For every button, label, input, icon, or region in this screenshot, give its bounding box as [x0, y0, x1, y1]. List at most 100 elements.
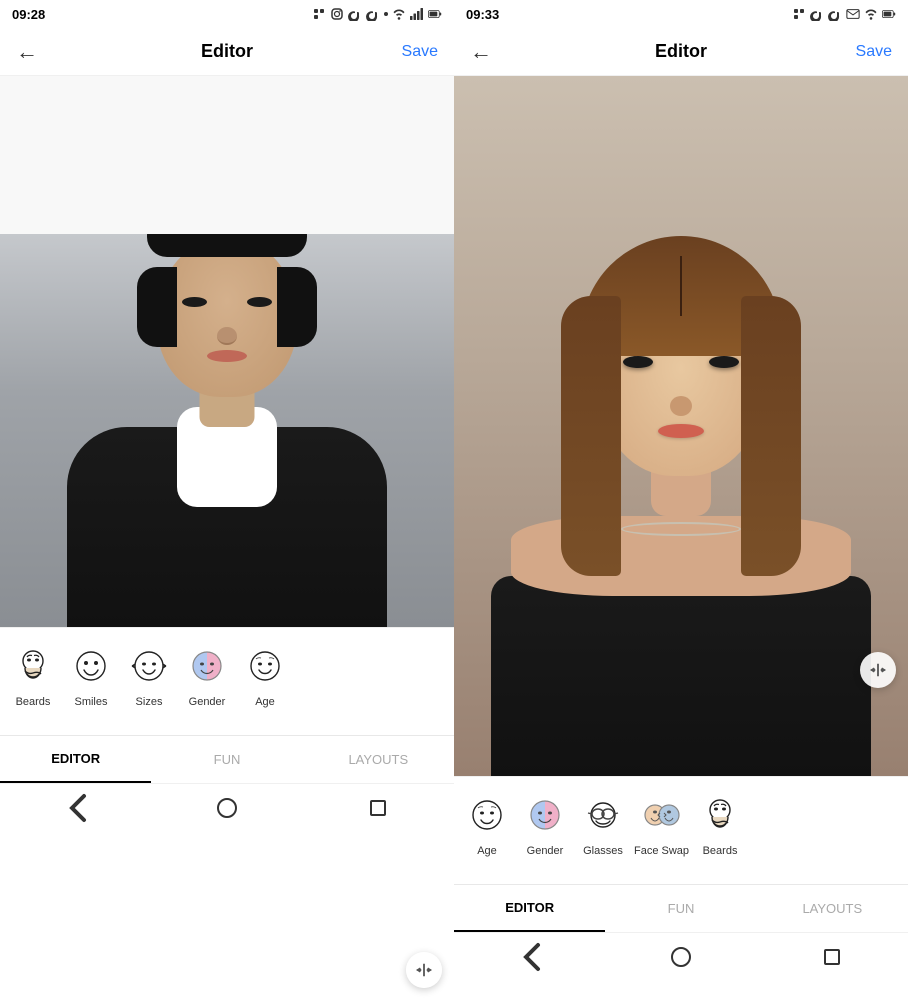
- sizes-label-left: Sizes: [136, 696, 163, 708]
- smiles-icon-left: [67, 642, 115, 690]
- beards-label-right: Beards: [703, 845, 738, 857]
- necklace: [621, 522, 741, 536]
- left-white-area: [0, 76, 454, 234]
- back-button-right[interactable]: ←: [470, 39, 492, 65]
- battery-icon-right: [882, 7, 896, 21]
- recent-sys-right[interactable]: [812, 941, 852, 973]
- gender-icon-left: [183, 642, 231, 690]
- hair-left-right: [561, 296, 621, 576]
- toolbar-right: Age Gender: [454, 776, 908, 884]
- age-icon-right: [463, 791, 511, 839]
- time-left: 09:28: [12, 7, 45, 22]
- tool-beards-left[interactable]: Beards: [4, 638, 62, 712]
- age-label-left: Age: [255, 696, 275, 708]
- header-right: ← Editor Save: [454, 28, 908, 76]
- tiktok-icon-1: [348, 7, 362, 21]
- faceswap-label-right: Face Swap: [634, 845, 689, 857]
- hair-top: [147, 234, 307, 257]
- wifi-icon: [392, 7, 406, 21]
- back-sys-right[interactable]: [510, 941, 550, 973]
- nav-fun-right[interactable]: FUN: [605, 885, 756, 932]
- tool-faceswap-right[interactable]: Face Swap: [632, 787, 691, 861]
- nose-shape: [217, 327, 237, 345]
- nav-editor-right[interactable]: EDITOR: [454, 885, 605, 932]
- tool-age-left[interactable]: Age: [236, 638, 294, 712]
- lips-shape: [207, 350, 247, 362]
- hair-right: [277, 267, 317, 347]
- recent-square-right: [824, 949, 840, 965]
- hair-right-right: [741, 296, 801, 576]
- nav-editor-left[interactable]: EDITOR: [0, 736, 151, 783]
- sizes-icon-left: [125, 642, 173, 690]
- header-left: ← Editor Save: [0, 28, 454, 76]
- bottom-nav-right: EDITOR FUN LAYOUTS: [454, 884, 908, 932]
- split-icon-right: [869, 661, 887, 679]
- left-photo-area: [0, 234, 454, 627]
- header-title-left: Editor: [201, 41, 253, 62]
- mail-icon-right: [846, 7, 860, 21]
- back-sys-left[interactable]: [56, 792, 96, 824]
- left-eye-right: [623, 356, 653, 368]
- tool-glasses-right[interactable]: Glasses: [574, 787, 632, 861]
- beards-label-left: Beards: [16, 696, 51, 708]
- hair-part: [680, 256, 682, 316]
- faceswap-icon-right: [638, 791, 686, 839]
- hair-left: [137, 267, 177, 347]
- age-label-right: Age: [477, 845, 497, 857]
- age-icon-left: [241, 642, 289, 690]
- tool-gender-right[interactable]: Gender: [516, 787, 574, 861]
- home-circle-left: [217, 798, 237, 818]
- nav-fun-left[interactable]: FUN: [151, 736, 302, 783]
- nose-right: [670, 396, 692, 416]
- back-sys-icon-right: [510, 937, 550, 977]
- smiles-label-left: Smiles: [74, 696, 107, 708]
- status-bar-right: 09:33: [454, 0, 908, 28]
- sys-nav-left: [0, 783, 454, 831]
- sys-nav-right: [454, 932, 908, 980]
- tool-smiles-left[interactable]: Smiles: [62, 638, 120, 712]
- glasses-label-right: Glasses: [583, 845, 623, 857]
- right-eye-right: [709, 356, 739, 368]
- nav-layouts-left[interactable]: LAYOUTS: [303, 736, 454, 783]
- gender-label-right: Gender: [527, 845, 564, 857]
- recent-square-left: [370, 800, 386, 816]
- back-sys-icon-left: [56, 788, 96, 828]
- toolbar-left: Beards Smiles: [0, 627, 454, 735]
- save-button-left[interactable]: Save: [402, 43, 438, 61]
- back-button-left[interactable]: ←: [16, 39, 38, 65]
- save-button-right[interactable]: Save: [856, 43, 892, 61]
- status-icons-right: [792, 7, 896, 21]
- right-eye: [247, 297, 272, 307]
- tool-beards-right[interactable]: Beards: [691, 787, 749, 861]
- gender-icon-right: [521, 791, 569, 839]
- notification-icon: [312, 7, 326, 21]
- recent-sys-left[interactable]: [358, 792, 398, 824]
- divider-handle-right[interactable]: [860, 652, 896, 688]
- battery-icon-left: [428, 7, 442, 21]
- nav-layouts-right[interactable]: LAYOUTS: [757, 885, 908, 932]
- tiktok-icon-right-1: [810, 7, 824, 21]
- tiktok-icon-right-2: [828, 7, 842, 21]
- divider-handle-left[interactable]: [406, 952, 442, 988]
- bottom-nav-left: EDITOR FUN LAYOUTS: [0, 735, 454, 783]
- tool-gender-left[interactable]: Gender: [178, 638, 236, 712]
- dot-icon: [384, 12, 388, 16]
- instagram-icon: [330, 7, 344, 21]
- status-bar-left: 09:28: [0, 0, 454, 28]
- glasses-icon-right: [579, 791, 627, 839]
- home-sys-left[interactable]: [207, 792, 247, 824]
- tool-age-right[interactable]: Age: [458, 787, 516, 861]
- status-icons-left: [312, 7, 442, 21]
- gender-label-left: Gender: [189, 696, 226, 708]
- home-circle-right: [671, 947, 691, 967]
- body-black: [491, 576, 871, 776]
- left-panel: 09:28 ← Editor Save: [0, 0, 454, 1008]
- tool-sizes-left[interactable]: Sizes: [120, 638, 178, 712]
- split-icon-left: [415, 961, 433, 979]
- beards-icon-right: [696, 791, 744, 839]
- tiktok-icon-2: [366, 7, 380, 21]
- home-sys-right[interactable]: [661, 941, 701, 973]
- face-shape: [157, 237, 297, 397]
- header-title-right: Editor: [655, 41, 707, 62]
- notification-icon-right: [792, 7, 806, 21]
